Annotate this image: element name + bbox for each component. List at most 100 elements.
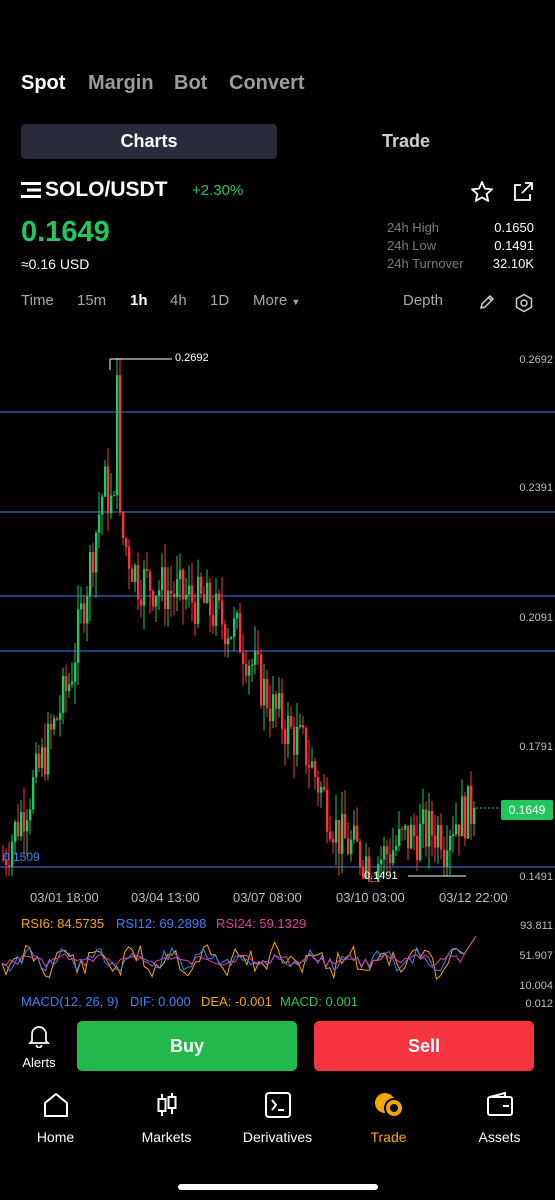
candle-body (308, 765, 311, 768)
candle-body (182, 569, 185, 600)
tab-margin[interactable]: Margin (88, 72, 154, 95)
candle-body (242, 652, 245, 664)
y-axis-label: 0.1791 (519, 741, 553, 753)
timeframe-more[interactable]: More ▼ (253, 292, 300, 309)
candle-body (155, 596, 158, 607)
candlestick-chart[interactable] (0, 330, 555, 890)
pair-symbol[interactable]: SOLO/USDT (45, 178, 168, 202)
candle-body (338, 819, 341, 854)
star-icon[interactable] (470, 180, 494, 209)
alerts-button[interactable]: Alerts (22, 1024, 56, 1070)
candle-body (287, 715, 290, 745)
candle-body (140, 599, 143, 606)
low-label: 24h Low (387, 238, 437, 253)
settings-hexagon-icon[interactable] (514, 293, 534, 318)
nav-trade-label: Trade (370, 1129, 407, 1145)
segment-charts[interactable]: Charts (21, 124, 277, 159)
candle-body (47, 723, 50, 775)
tab-convert[interactable]: Convert (229, 72, 305, 95)
timeframe-time[interactable]: Time (21, 292, 54, 309)
timeframe-1d[interactable]: 1D (210, 292, 229, 309)
buy-button[interactable]: Buy (77, 1021, 297, 1071)
candle-body (320, 786, 323, 793)
sell-button[interactable]: Sell (314, 1021, 534, 1071)
turnover-value: 32.10K (492, 256, 534, 271)
candle-body (131, 568, 134, 582)
depth-button[interactable]: Depth (403, 292, 443, 309)
candle-body (326, 789, 329, 832)
candle-body (32, 777, 35, 810)
candle-body (8, 865, 11, 867)
candle-body (416, 835, 419, 860)
timeframe-4h[interactable]: 4h (170, 292, 187, 309)
candles (2, 358, 476, 883)
home-indicator (178, 1184, 378, 1190)
pencil-icon[interactable] (478, 293, 496, 316)
high-value: 0.1650 (494, 220, 534, 235)
candle-body (284, 729, 287, 745)
candle-body (107, 466, 110, 514)
candle-body (434, 835, 437, 848)
candle-body (56, 718, 59, 720)
segment-trade[interactable]: Trade (278, 124, 534, 159)
left-line-label: 0.1509 (3, 850, 40, 864)
candle-body (473, 807, 476, 824)
candle-body (335, 819, 338, 843)
candle-body (68, 684, 71, 691)
y-axis-label: 0.2391 (519, 482, 553, 494)
timeframe-1h[interactable]: 1h (130, 292, 148, 309)
nav-derivatives[interactable]: Derivatives (222, 1090, 333, 1145)
candle-body (299, 725, 302, 727)
candle-body (413, 824, 416, 836)
trade-coins-icon (374, 1093, 404, 1118)
candle-body (395, 846, 398, 851)
nav-assets[interactable]: Assets (444, 1090, 555, 1145)
tab-spot[interactable]: Spot (21, 72, 65, 95)
timeframe-15m[interactable]: 15m (77, 292, 106, 309)
candle-body (407, 825, 410, 849)
candle-body (134, 565, 137, 582)
candle-body (224, 624, 227, 645)
nav-markets[interactable]: Markets (111, 1090, 222, 1145)
candle-body (383, 846, 386, 860)
candle-body (311, 761, 314, 768)
x-axis-label: 03/10 03:00 (336, 890, 405, 905)
candle-body (401, 829, 404, 831)
candle-body (443, 849, 446, 868)
nav-home[interactable]: Home (0, 1090, 111, 1145)
candle-body (20, 812, 23, 837)
candle-body (296, 726, 299, 755)
candle-body (350, 839, 353, 855)
candle-body (293, 726, 296, 755)
candle-body (275, 694, 278, 709)
candle-body (17, 821, 20, 837)
share-icon[interactable] (511, 180, 535, 209)
candle-body (167, 590, 170, 610)
candle-body (77, 609, 80, 663)
bell-icon (27, 1026, 51, 1049)
tab-bot[interactable]: Bot (174, 72, 207, 95)
turnover-label: 24h Turnover (387, 256, 464, 271)
wallet-icon (486, 1091, 513, 1116)
candle-body (113, 495, 116, 497)
candle-body (353, 825, 356, 840)
candle-body (212, 615, 215, 626)
candle-body (458, 824, 461, 837)
candle-body (53, 718, 56, 730)
nav-trade[interactable]: Trade (333, 1090, 444, 1145)
candle-body (347, 838, 350, 855)
candle-body (188, 585, 191, 595)
candle-body (281, 693, 284, 730)
candle-body (149, 571, 152, 591)
candle-body (254, 650, 257, 665)
candle-body (74, 662, 77, 682)
rsi24-label: RSI24: 59.1329 (216, 916, 307, 931)
candle-body (206, 582, 209, 603)
candle-body (104, 466, 107, 497)
rsi-line (1, 935, 477, 973)
menu-lines-icon[interactable] (21, 181, 41, 204)
candle-body (65, 675, 68, 691)
nav-assets-label: Assets (478, 1129, 521, 1145)
candle-body (119, 375, 122, 513)
candle-body (191, 585, 194, 603)
